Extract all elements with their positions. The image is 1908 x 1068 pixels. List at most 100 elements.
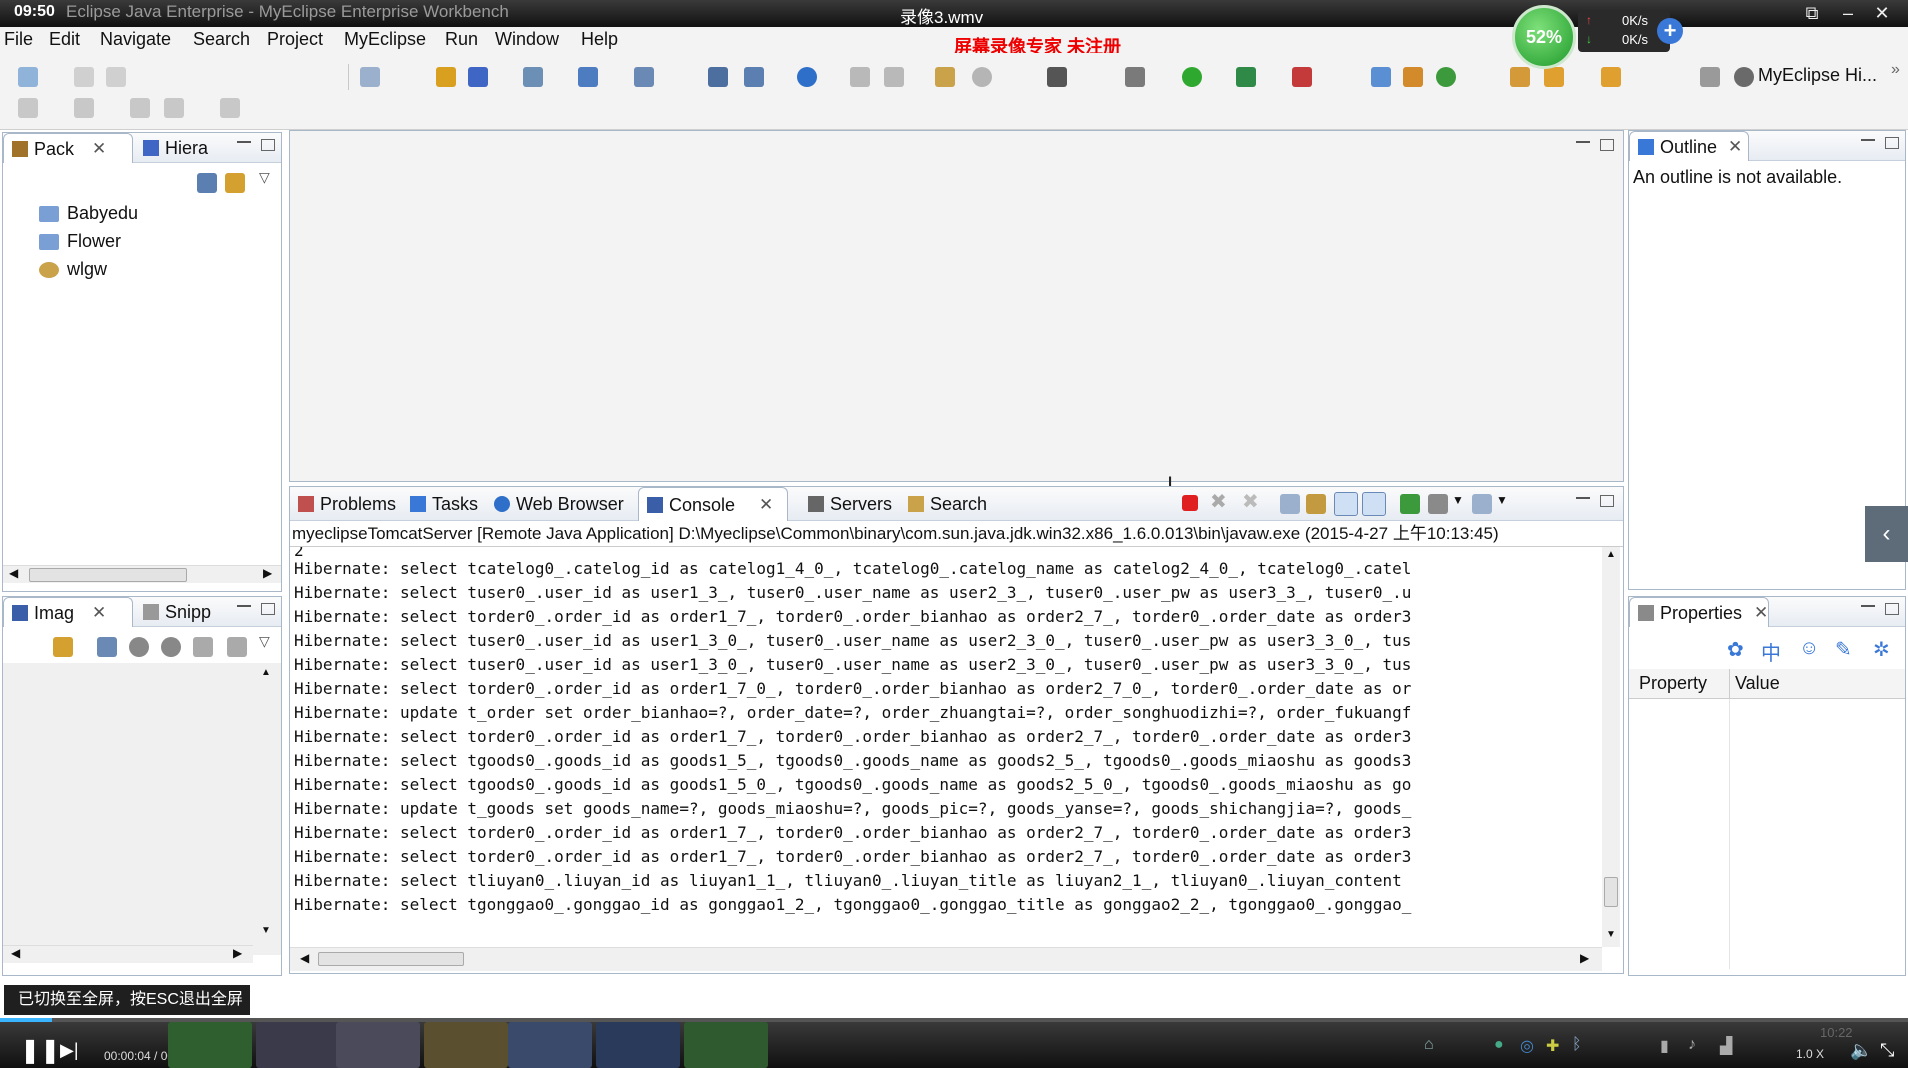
menu-help[interactable]: Help (581, 29, 618, 50)
debug-icon[interactable] (1125, 67, 1145, 87)
ime-pen-icon[interactable]: ✎ (1835, 637, 1852, 662)
menu-navigate[interactable]: Navigate (100, 29, 171, 50)
console-horizontal-scrollbar[interactable]: ◀ ▶ (290, 947, 1602, 971)
scroll-up-icon[interactable]: ▲ (1606, 549, 1616, 560)
run-icon[interactable] (1182, 67, 1202, 87)
scroll-left-icon[interactable]: ◀ (300, 951, 309, 965)
minimize-panel-icon[interactable] (237, 605, 251, 608)
web-service-icon[interactable] (523, 67, 543, 87)
prev-annotation-icon[interactable] (74, 98, 94, 118)
open-folder-icon[interactable] (1601, 67, 1621, 87)
volume-icon[interactable]: 🔈 (1850, 1040, 1872, 1061)
tab-tasks[interactable]: Tasks (402, 487, 484, 521)
remove-all-icon[interactable]: ✖ (1242, 489, 1259, 514)
tab-hierarchy[interactable]: Hiera (135, 133, 225, 163)
image-vertical-scrollbar[interactable]: ▲ ▼ (257, 667, 275, 941)
ime-emoji-icon[interactable]: ☺ (1799, 637, 1819, 660)
forward-arrow-icon[interactable] (220, 98, 240, 118)
tab-console[interactable]: Console ✕ (638, 487, 788, 521)
tray-signal-icon[interactable]: ▟ (1720, 1036, 1732, 1056)
scroll-down-icon[interactable]: ▼ (261, 925, 271, 936)
report-icon[interactable] (744, 67, 764, 87)
column-divider[interactable] (1729, 669, 1730, 699)
new-project-icon[interactable] (436, 67, 456, 87)
network-usage-ball[interactable]: 52% (1512, 5, 1576, 69)
back-folder-icon[interactable] (850, 67, 870, 87)
link-with-editor-icon[interactable] (225, 173, 245, 193)
playback-speed[interactable]: 1.0 X (1796, 1047, 1824, 1061)
console-vertical-scrollbar[interactable]: ▲ ▼ (1602, 547, 1620, 947)
show-on-stderr-icon[interactable] (1362, 492, 1386, 516)
toolbar-overflow-icon[interactable]: » (1891, 61, 1900, 79)
screenshot-icon[interactable] (1047, 67, 1067, 87)
scroll-left-icon[interactable]: ◀ (9, 566, 18, 580)
open-perspective-icon[interactable] (1700, 67, 1720, 87)
close-tab-icon[interactable]: ✕ (92, 134, 106, 164)
maximize-panel-icon[interactable] (261, 139, 275, 151)
scroll-thumb[interactable] (318, 952, 464, 966)
tray-network-icon[interactable]: ⌂ (1424, 1036, 1434, 1054)
minimize-window-icon[interactable]: – (1836, 2, 1860, 24)
menu-run[interactable]: Run (445, 29, 478, 50)
fit-window-icon[interactable] (227, 637, 247, 657)
restore-window-icon[interactable]: ⧉ (1800, 2, 1824, 24)
menu-project[interactable]: Project (267, 29, 323, 50)
open-resource-icon[interactable] (1403, 67, 1423, 87)
show-on-stdout-icon[interactable] (1334, 492, 1358, 516)
column-property[interactable]: Property (1639, 673, 1707, 694)
tab-package-explorer[interactable]: Pack ✕ (3, 133, 133, 163)
new-icon[interactable] (18, 67, 38, 87)
maximize-panel-icon[interactable] (1885, 603, 1899, 615)
minimize-panel-icon[interactable] (237, 141, 251, 144)
menu-window[interactable]: Window (495, 29, 559, 50)
console-output[interactable]: 2 Hibernate: select tcatelog0_.catelog_i… (290, 547, 1600, 947)
minimize-panel-icon[interactable] (1576, 497, 1590, 500)
sync-icon[interactable] (1436, 67, 1456, 87)
zoom-out-icon[interactable] (129, 637, 149, 657)
close-tab-icon[interactable]: ✕ (1754, 598, 1768, 628)
actual-size-icon[interactable] (193, 637, 213, 657)
open-task-icon[interactable] (1371, 67, 1391, 87)
build-icon[interactable] (935, 67, 955, 87)
tab-outline[interactable]: Outline ✕ (1629, 131, 1749, 161)
minimize-editor-icon[interactable] (1576, 141, 1590, 144)
sync-image-icon[interactable] (53, 637, 73, 657)
scroll-right-icon[interactable]: ▶ (1580, 951, 1589, 965)
tab-properties[interactable]: Properties ✕ (1629, 597, 1769, 627)
refresh-folder-icon[interactable] (884, 67, 904, 87)
next-annotation-icon[interactable] (18, 98, 38, 118)
taskbar-network-app[interactable] (256, 1022, 340, 1068)
maximize-panel-icon[interactable] (1885, 137, 1899, 149)
close-tab-icon[interactable]: ✕ (759, 488, 773, 522)
scroll-up-icon[interactable]: ▲ (261, 667, 271, 678)
scroll-right-icon[interactable]: ▶ (233, 946, 242, 960)
tray-volume-icon[interactable]: ♪ (1688, 1036, 1696, 1054)
close-tab-icon[interactable]: ✕ (92, 598, 106, 628)
accelerate-plus-icon[interactable]: + (1657, 18, 1683, 44)
dropdown-icon[interactable]: ▼ (1452, 493, 1464, 507)
minimize-panel-icon[interactable] (1861, 139, 1875, 142)
scroll-lock-icon[interactable] (1306, 494, 1326, 514)
scroll-thumb[interactable] (1604, 877, 1618, 907)
maximize-panel-icon[interactable] (261, 603, 275, 615)
maximize-editor-icon[interactable] (1600, 139, 1614, 151)
external-tools-icon[interactable] (1292, 67, 1312, 87)
taskbar-explorer-app[interactable] (424, 1022, 508, 1068)
pencil-icon[interactable] (1544, 67, 1564, 87)
tab-problems[interactable]: Problems (290, 487, 400, 521)
last-edit-icon[interactable] (130, 98, 150, 118)
scroll-left-icon[interactable]: ◀ (11, 946, 20, 960)
close-window-icon[interactable]: ✕ (1870, 2, 1894, 24)
tray-sync-icon[interactable]: ◎ (1520, 1036, 1534, 1056)
view-menu-icon[interactable]: ▽ (259, 633, 270, 650)
exit-fullscreen-icon[interactable]: ⤡ (1880, 1040, 1894, 1061)
package-horizontal-scrollbar[interactable]: ◀ ▶ (3, 565, 281, 583)
minimize-panel-icon[interactable] (1861, 605, 1875, 608)
ime-chinese-icon[interactable]: 中 (1761, 637, 1781, 666)
tray-plus-icon[interactable]: ✚ (1546, 1036, 1559, 1056)
expand-side-panel-icon[interactable]: ‹ (1865, 506, 1908, 562)
menu-search[interactable]: Search (193, 29, 250, 50)
display-console-icon[interactable] (1428, 494, 1448, 514)
clear-console-icon[interactable] (1280, 494, 1300, 514)
perspective-label[interactable]: MyEclipse Hi... (1758, 65, 1877, 86)
